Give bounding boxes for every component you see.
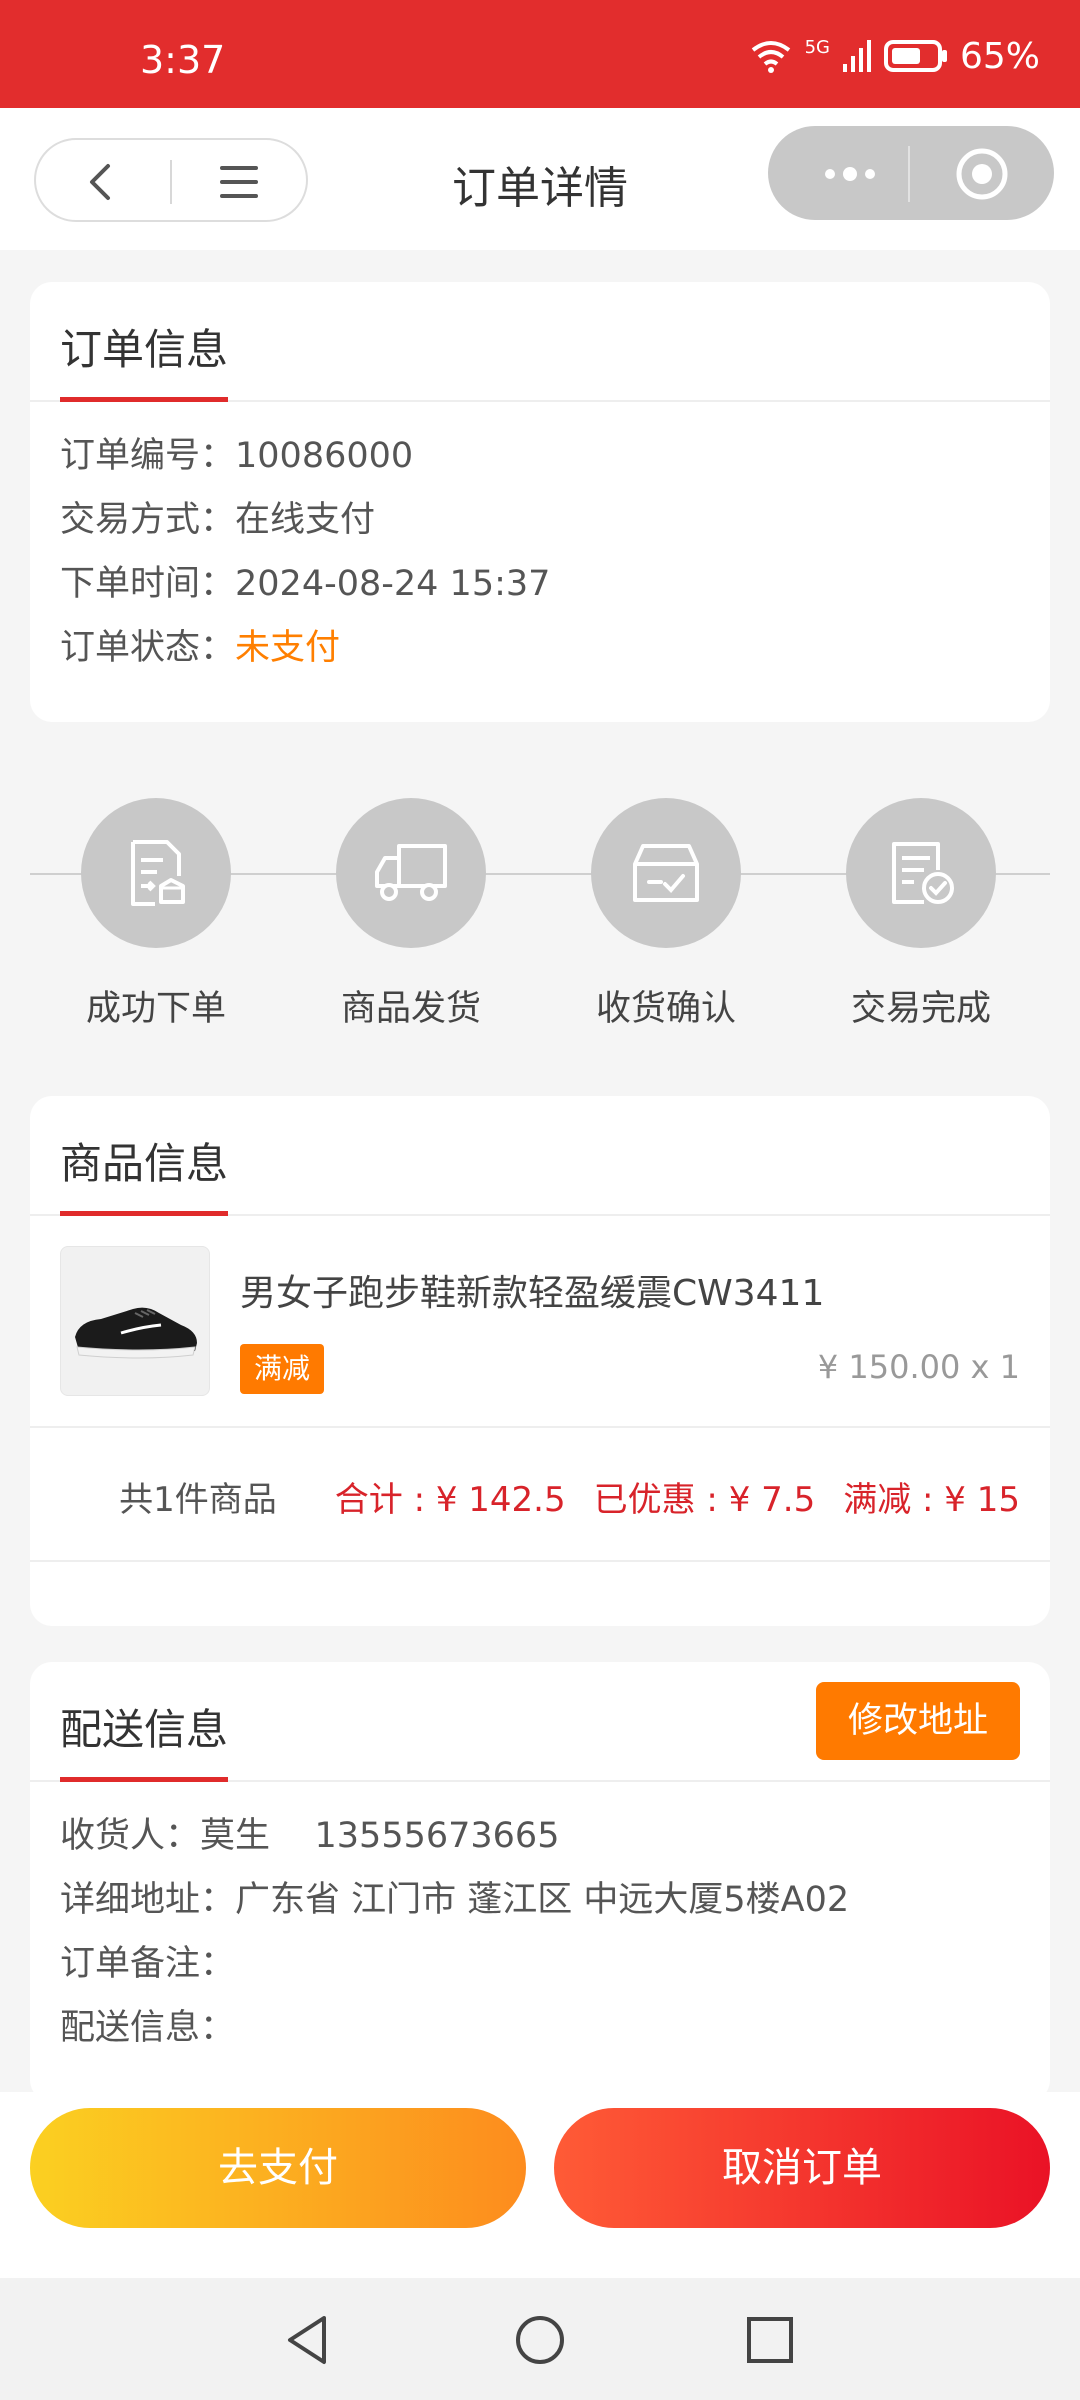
address-label: 详细地址：: [60, 1880, 236, 1920]
system-nav-bar: [0, 2278, 1080, 2400]
address-row: 详细地址：广东省 江门市 蓬江区 中远大厦5楼A02: [60, 1868, 1020, 1932]
more-icon[interactable]: [810, 154, 890, 194]
order-status-value: 未支付: [235, 628, 341, 668]
order-time-row: 下单时间：2024-08-24 15:37: [60, 552, 1020, 616]
order-number-label: 订单编号：: [60, 436, 236, 476]
header: 订单详情: [0, 108, 1080, 250]
total-amount: 合计 : ¥ 142.5: [334, 1480, 566, 1520]
network-type: 5G: [804, 36, 830, 58]
step-completed-label: 交易完成: [850, 989, 991, 1029]
mini-program-capsule: [768, 126, 1054, 220]
status-icons: 5G 65%: [749, 34, 1040, 78]
step-received-label: 收货确认: [595, 989, 736, 1029]
order-info-rows: 订单编号：10086000 交易方式：在线支付 下单时间：2024-08-24 …: [30, 402, 1050, 680]
step-shipped-label: 商品发货: [340, 989, 481, 1029]
step-received: 收货确认: [586, 798, 746, 1031]
edit-address-button[interactable]: 修改地址: [816, 1682, 1020, 1760]
product-name[interactable]: 男女子跑步鞋新款轻盈缓震CW3411: [240, 1264, 824, 1316]
order-info-title: 订单信息: [60, 325, 229, 374]
doc-check-icon: [892, 842, 954, 904]
step-shipped-circle: [336, 798, 486, 948]
order-summary: 共1件商品 合计 : ¥ 142.5 已优惠 : ¥ 7.5 满减 : ¥ 15: [30, 1428, 1050, 1562]
step-received-circle: [591, 798, 741, 948]
discount-tag: 满减: [240, 1344, 325, 1394]
recipient-label: 收货人：: [60, 1816, 201, 1856]
status-bar: 3:37 5G 65%: [0, 0, 1080, 108]
step-completed-circle: [846, 798, 996, 948]
address-value: 广东省 江门市 蓬江区 中远大厦5楼A02: [235, 1880, 850, 1920]
pay-button[interactable]: 去支付: [30, 2108, 526, 2228]
step-shipped: 商品发货: [331, 798, 491, 1031]
step-ordered-label: 成功下单: [85, 989, 226, 1029]
capsule-separator: [908, 146, 910, 202]
order-progress: 成功下单 商品发货 收货确认 交易完成: [30, 798, 1050, 1038]
delivery-info-card: 配送信息 修改地址 收货人：莫生 13555673665 详细地址：广东省 江门…: [30, 1662, 1050, 2102]
nav-back-icon[interactable]: [280, 2312, 336, 2368]
reduction-amount: 满减 : ¥ 15: [843, 1480, 1020, 1520]
delivery-info-header: 配送信息 修改地址: [30, 1662, 1050, 1782]
discount-amount: 已优惠 : ¥ 7.5: [593, 1480, 816, 1520]
cancel-order-button[interactable]: 取消订单: [554, 2108, 1050, 2228]
goods-info-card: 商品信息 男女子跑步鞋新款轻盈缓震CW3411 满减 ¥ 150.00 x 1 …: [30, 1096, 1050, 1626]
order-time-value: 2024-08-24 15:37: [235, 564, 551, 604]
step-ordered-circle: [81, 798, 231, 948]
product-item[interactable]: 男女子跑步鞋新款轻盈缓震CW3411 满减 ¥ 150.00 x 1: [30, 1216, 1050, 1428]
order-time-label: 下单时间：: [60, 564, 236, 604]
delivery-info-rows: 收货人：莫生 13555673665 详细地址：广东省 江门市 蓬江区 中远大厦…: [30, 1782, 1050, 2060]
shoe-image[interactable]: [60, 1246, 210, 1396]
order-number-value: 10086000: [235, 436, 414, 476]
battery-icon: [883, 40, 947, 72]
step-completed: 交易完成: [841, 798, 1001, 1031]
truck-icon: [375, 844, 447, 901]
order-doc-icon: [131, 840, 185, 906]
goods-info-header: 商品信息: [30, 1096, 1050, 1216]
shipping-label: 配送信息：: [60, 2008, 236, 2048]
order-status-label: 订单状态：: [60, 628, 236, 668]
product-price: ¥ 150.00 x 1: [817, 1348, 1020, 1386]
shoe-icon: [75, 1307, 197, 1359]
nav-home-icon[interactable]: [512, 2312, 568, 2368]
title-underline: [60, 397, 228, 402]
order-number-row: 订单编号：10086000: [60, 424, 1020, 488]
item-count: 共1件商品: [119, 1480, 277, 1520]
step-ordered: 成功下单: [76, 798, 236, 1031]
signal-icon: [842, 40, 871, 72]
recipient-row: 收货人：莫生 13555673665: [60, 1804, 1020, 1868]
close-circle-icon[interactable]: [954, 146, 1010, 202]
order-info-header: 订单信息: [30, 282, 1050, 402]
battery-percent: 65%: [959, 35, 1040, 77]
status-time: 3:37: [140, 38, 226, 82]
remark-row: 订单备注：: [60, 1932, 1020, 1996]
order-info-card: 订单信息 订单编号：10086000 交易方式：在线支付 下单时间：2024-0…: [30, 282, 1050, 722]
goods-info-title: 商品信息: [60, 1139, 229, 1188]
order-status-row: 订单状态：未支付: [60, 616, 1020, 680]
payment-method-label: 交易方式：: [60, 500, 236, 540]
box-check-icon: [633, 844, 699, 902]
payment-method-value: 在线支付: [235, 500, 376, 540]
payment-method-row: 交易方式：在线支付: [60, 488, 1020, 552]
action-bar: 去支付 取消订单: [0, 2092, 1080, 2278]
delivery-info-title: 配送信息: [60, 1705, 229, 1754]
recipient-value: 莫生 13555673665: [200, 1816, 560, 1856]
summary-line: 共1件商品 合计 : ¥ 142.5 已优惠 : ¥ 7.5 满减 : ¥ 15: [119, 1472, 1020, 1521]
title-underline: [60, 1777, 228, 1782]
remark-label: 订单备注：: [60, 1944, 236, 1984]
wifi-icon: [751, 41, 790, 73]
nav-recents-icon[interactable]: [742, 2312, 798, 2368]
shipping-row: 配送信息：: [60, 1996, 1020, 2060]
